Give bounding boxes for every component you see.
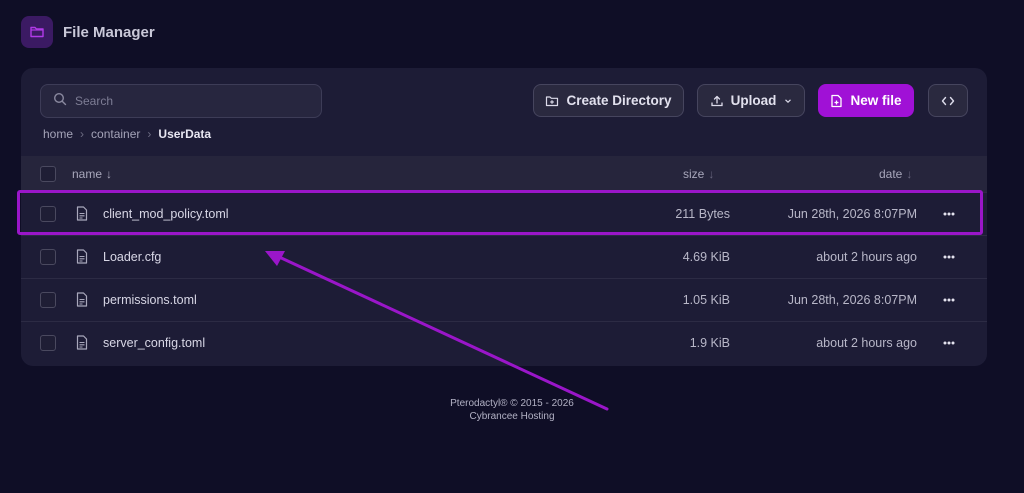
footer: Pterodactyl® © 2015 - 2026 Cybrancee Hos…: [0, 398, 1024, 423]
footer-host: Cybrancee Hosting: [469, 410, 555, 422]
footer-copyright: Pterodactyl® © 2015 - 2026: [450, 398, 574, 409]
